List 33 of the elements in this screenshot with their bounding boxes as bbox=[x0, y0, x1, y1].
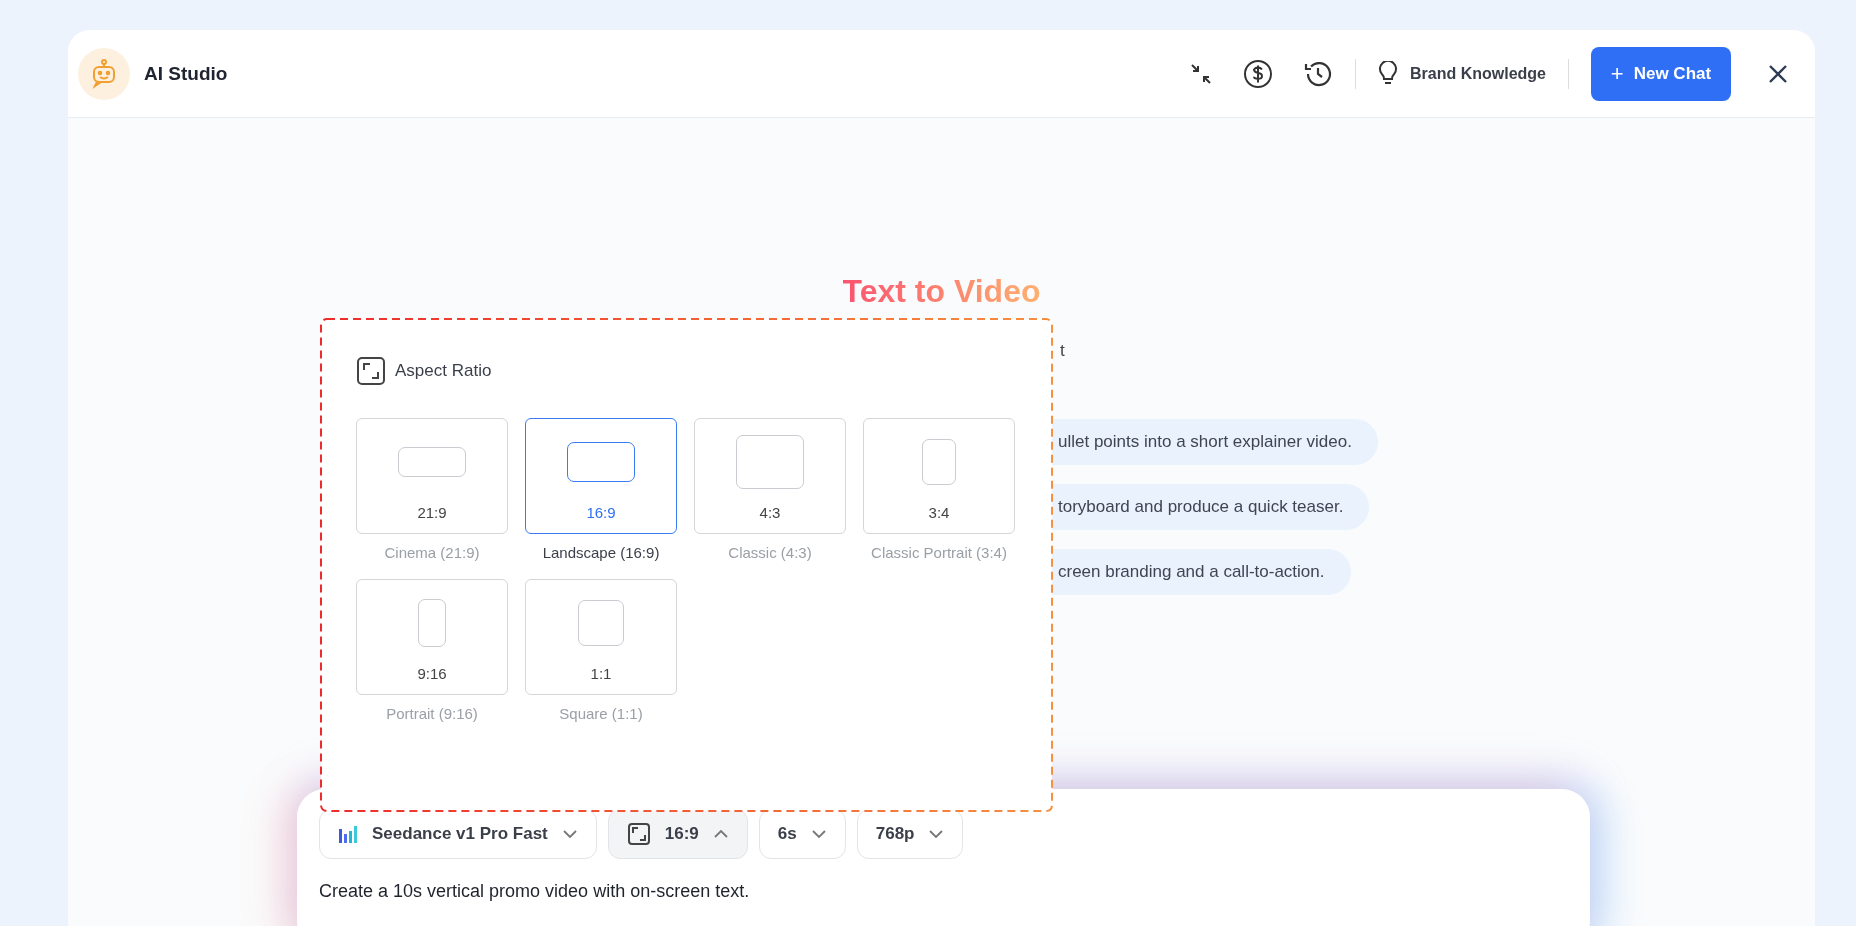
aspect-ratio-dropdown[interactable]: 16:9 bbox=[607, 809, 748, 859]
option-label: Portrait (9:16) bbox=[386, 705, 478, 722]
brand-knowledge-link[interactable]: Brand Knowledge bbox=[1410, 64, 1546, 83]
option-label: Landscape (16:9) bbox=[542, 544, 660, 561]
aspect-option[interactable]: 9:16 bbox=[356, 579, 508, 695]
option-label: Cinema (21:9) bbox=[384, 544, 480, 561]
app-title: AI Studio bbox=[144, 62, 228, 85]
option-label: Square (1:1) bbox=[559, 705, 643, 722]
aspect-option[interactable]: 21:9 bbox=[356, 418, 508, 534]
aspect-option[interactable]: 3:4 bbox=[863, 418, 1015, 534]
prompt-text[interactable]: Create a 10s vertical promo video with on-screen text. bbox=[319, 881, 1568, 902]
subtitle-text: t bbox=[1060, 340, 1065, 362]
aspect-option[interactable]: 4:3 bbox=[694, 418, 846, 534]
option-label: Classic (4:3) bbox=[728, 544, 812, 561]
chevron-up-icon bbox=[712, 829, 729, 839]
robot-logo-icon bbox=[78, 47, 130, 100]
chevron-down-icon bbox=[928, 829, 945, 839]
collapse-icon[interactable] bbox=[1189, 61, 1213, 86]
new-chat-button[interactable]: + New Chat bbox=[1591, 46, 1731, 101]
popup-title: Aspect Ratio bbox=[395, 361, 492, 381]
aspect-ratio-icon bbox=[356, 356, 386, 386]
aspect-ratio-icon bbox=[626, 822, 651, 846]
duration-dropdown[interactable]: 6s bbox=[758, 809, 846, 859]
chevron-down-icon bbox=[561, 829, 578, 839]
chevron-down-icon bbox=[810, 829, 827, 839]
model-dropdown[interactable]: Seedance v1 Pro Fast bbox=[319, 809, 597, 859]
aspect-option[interactable]: 1:1 bbox=[525, 579, 677, 695]
close-icon[interactable] bbox=[1767, 62, 1789, 85]
aspect-option[interactable]: 16:9 bbox=[525, 418, 677, 534]
bars-icon bbox=[338, 825, 358, 843]
resolution-dropdown[interactable]: 768p bbox=[856, 809, 964, 859]
lightbulb-icon[interactable] bbox=[1378, 60, 1398, 87]
dollar-icon[interactable] bbox=[1243, 58, 1273, 89]
